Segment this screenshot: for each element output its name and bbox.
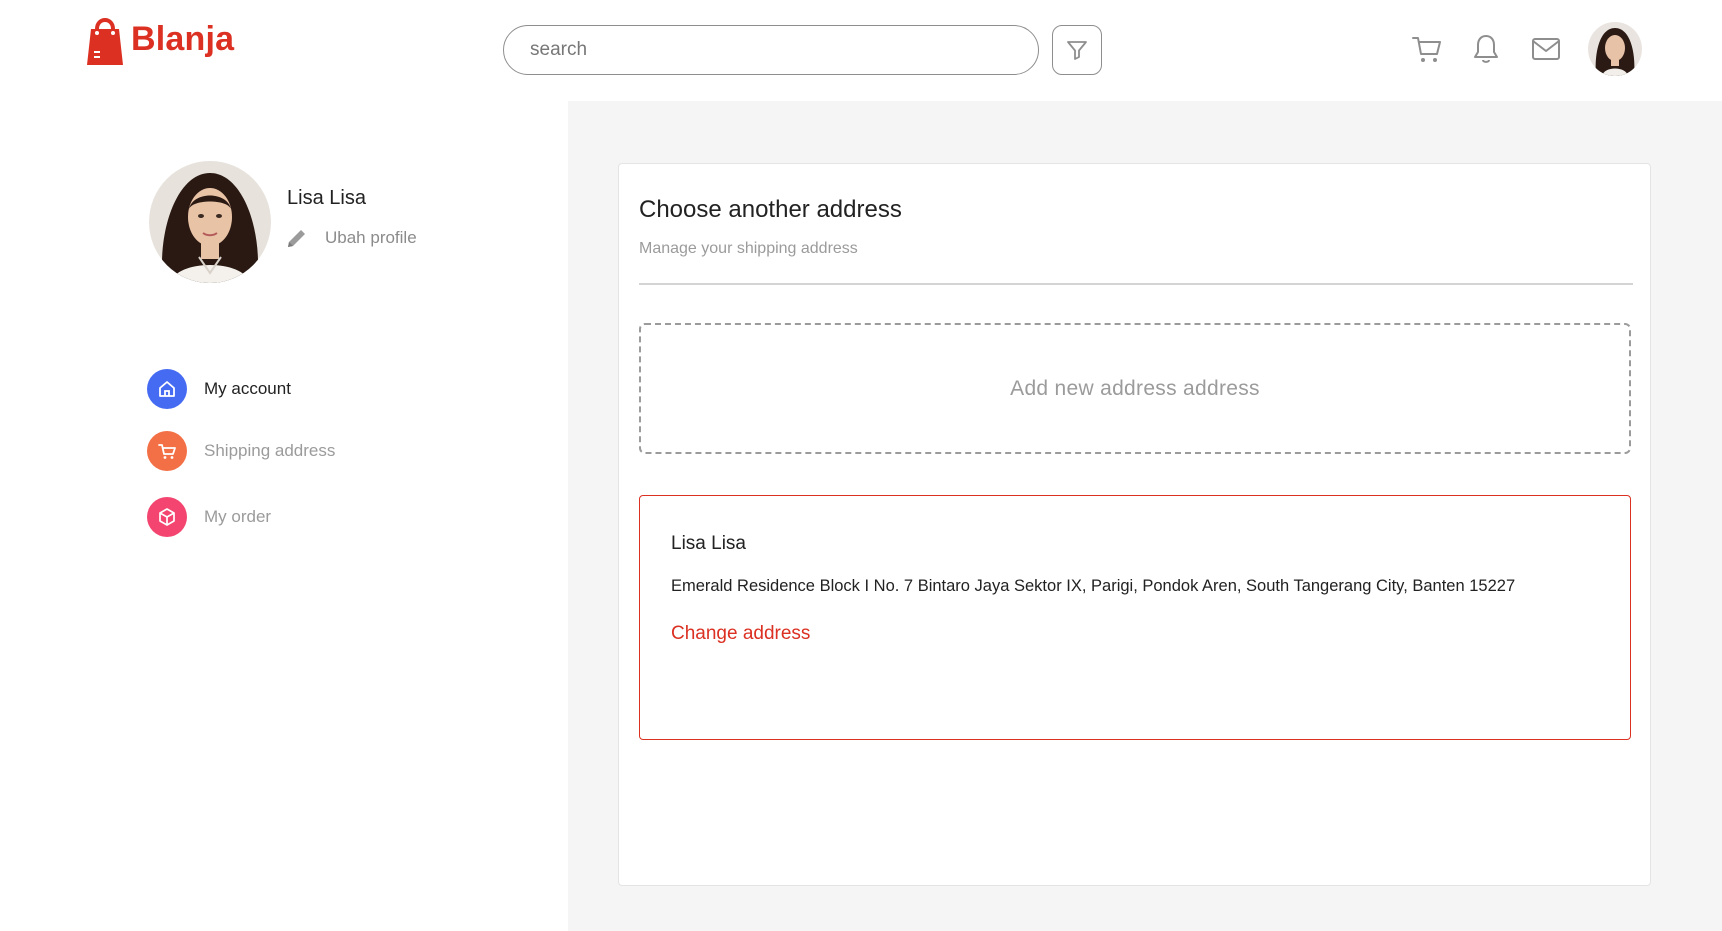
address-panel: Choose another address Manage your shipp… [618, 163, 1651, 886]
address-recipient-name: Lisa Lisa [671, 533, 746, 554]
sidebar: Lisa Lisa Ubah profile My account Shippi… [0, 101, 568, 931]
messages-button[interactable] [1529, 32, 1563, 66]
bell-icon [1474, 35, 1498, 63]
top-navbar: Blanja [0, 0, 1722, 101]
edit-profile-label: Ubah profile [325, 228, 417, 247]
brand-logo[interactable]: Blanja [85, 11, 234, 67]
pencil-icon [288, 230, 305, 247]
sidebar-item-shipping-address[interactable]: Shipping address [147, 431, 335, 471]
sidebar-nav: My account Shipping address My order [147, 369, 335, 559]
filter-icon [1067, 41, 1087, 60]
sidebar-item-label: My account [204, 379, 291, 398]
search-input[interactable] [530, 39, 990, 61]
shopping-bag-logo-icon [85, 11, 125, 67]
divider [639, 283, 1633, 285]
cart-icon [158, 444, 176, 459]
cart-icon [1412, 37, 1441, 62]
nav-icon-wrapper [147, 497, 187, 537]
search-bar[interactable] [503, 25, 1039, 75]
add-new-address-button[interactable]: Add new address address [639, 323, 1631, 454]
brand-name: Blanja [131, 19, 235, 58]
nav-icon-wrapper [147, 431, 187, 471]
filter-button[interactable] [1052, 25, 1102, 75]
notifications-button[interactable] [1469, 32, 1503, 66]
page-title: Choose another address [639, 196, 902, 223]
user-photo [1588, 22, 1642, 76]
home-icon [159, 381, 175, 397]
sidebar-item-label: My order [204, 507, 272, 526]
sidebar-item-my-order[interactable]: My order [147, 497, 335, 537]
mail-icon [1532, 38, 1560, 60]
add-new-address-label: Add new address address [1010, 376, 1260, 400]
profile-name: Lisa Lisa [287, 187, 366, 209]
edit-profile-link[interactable]: Ubah profile [285, 226, 417, 250]
package-icon [159, 508, 175, 526]
change-address-link[interactable]: Change address [671, 623, 810, 645]
main-content: Choose another address Manage your shipp… [568, 101, 1722, 931]
nav-icon-wrapper [147, 369, 187, 409]
profile-photo [149, 161, 271, 283]
profile-avatar [149, 161, 271, 283]
page-subtitle: Manage your shipping address [639, 240, 858, 257]
user-avatar[interactable] [1588, 22, 1642, 76]
sidebar-item-label: Shipping address [204, 441, 336, 460]
cart-button[interactable] [1410, 32, 1444, 66]
address-full-text: Emerald Residence Block I No. 7 Bintaro … [671, 577, 1516, 595]
sidebar-item-my-account[interactable]: My account [147, 369, 335, 409]
selected-address-card[interactable]: Lisa Lisa Emerald Residence Block I No. … [639, 495, 1631, 740]
